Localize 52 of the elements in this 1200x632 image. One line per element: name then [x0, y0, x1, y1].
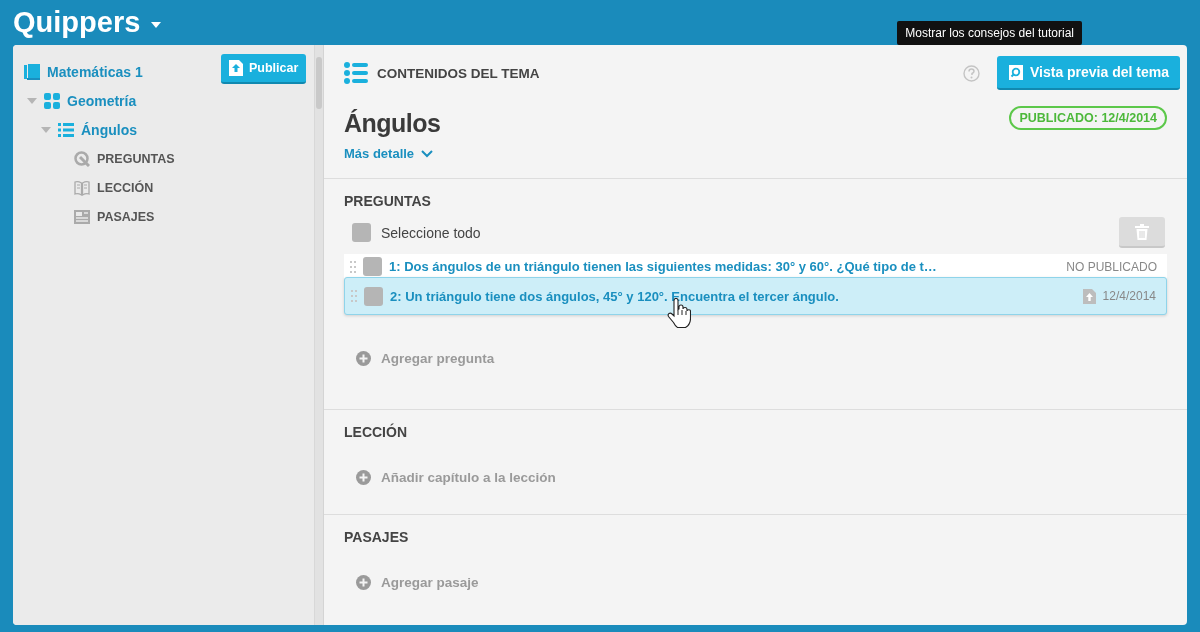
section-heading: PASAJES: [344, 529, 410, 545]
magnifier-icon: [74, 150, 90, 167]
grid-icon: [44, 92, 60, 109]
caret-icon[interactable]: [150, 20, 163, 29]
select-all-checkbox[interactable]: [352, 223, 371, 242]
list-icon: [344, 62, 368, 84]
list-icon: [58, 122, 74, 137]
tree-item[interactable]: PASAJES: [97, 209, 155, 224]
upload-document-icon: [1082, 288, 1096, 304]
status-badge: PUBLICADO: 12/4/2014: [1009, 106, 1167, 130]
expand-triangle-icon[interactable]: [27, 97, 37, 104]
details-link[interactable]: Más detalle: [344, 146, 441, 161]
publish-button[interactable]: Publicar: [221, 54, 307, 84]
add-link[interactable]: Agregar pregunta: [356, 351, 1167, 366]
section-heading: PREGUNTAS: [344, 193, 432, 209]
open-book-icon: [74, 179, 90, 196]
question-status: 12/4/2014: [1102, 289, 1156, 303]
question-link[interactable]: 1: Dos ángulos de un triángulo tienen las siguientes medidas: 30° y 60°. ¿Qué tipo de t…: [389, 259, 1060, 274]
trash-icon: [1135, 223, 1149, 240]
add-link[interactable]: Añadir capítulo a la lección: [356, 469, 1167, 485]
section-heading: LECCIÓN: [344, 424, 408, 440]
add-icon: [356, 469, 371, 485]
section-title: CONTENIDOS DEL TEMA: [377, 65, 540, 81]
expand-triangle-icon[interactable]: [41, 126, 51, 133]
tree-item[interactable]: Ángulos: [81, 121, 137, 138]
topic-title: Ángulos: [344, 109, 441, 138]
drag-handle-icon: [351, 290, 357, 302]
add-icon: [356, 575, 371, 590]
question-checkbox[interactable]: [363, 257, 382, 276]
question-checkbox[interactable]: [364, 286, 383, 306]
book-icon: [24, 63, 40, 80]
preview-button[interactable]: Vista previa del tema: [996, 56, 1180, 90]
question-row[interactable]: 1: Dos ángulos de un triángulo tienen las siguientes medidas: 30° y 60°. ¿Qué tipo de t… NO PUBLICADO: [344, 254, 1167, 279]
question-status: NO PUBLICADO: [1066, 259, 1157, 274]
add-icon: [356, 351, 371, 366]
help-icon[interactable]: [962, 64, 980, 82]
question-link[interactable]: 2: Un triángulo tiene dos ángulos, 45° y 120°. Encuentra el tercer ángulo.: [390, 288, 1076, 304]
scrollbar-thumb[interactable]: [316, 57, 322, 109]
newspaper-icon: [74, 208, 90, 225]
tree-item[interactable]: PREGUNTAS: [97, 151, 175, 166]
chevron-down-icon: [421, 149, 434, 158]
tree-item[interactable]: LECCIÓN: [97, 180, 154, 195]
select-all-label[interactable]: Seleccione todo: [381, 224, 481, 241]
drag-handle-icon: [350, 260, 356, 273]
delete-button[interactable]: [1119, 217, 1165, 248]
preview-icon: [1008, 64, 1023, 80]
upload-document-icon: [229, 60, 243, 76]
tree-item[interactable]: Matemáticas 1: [47, 63, 143, 80]
add-link[interactable]: Agregar pasaje: [356, 575, 1167, 590]
tooltip: Mostrar los consejos del tutorial: [897, 21, 1082, 45]
app-title[interactable]: Quippers: [13, 8, 141, 37]
tree-item[interactable]: Geometría: [67, 92, 137, 109]
